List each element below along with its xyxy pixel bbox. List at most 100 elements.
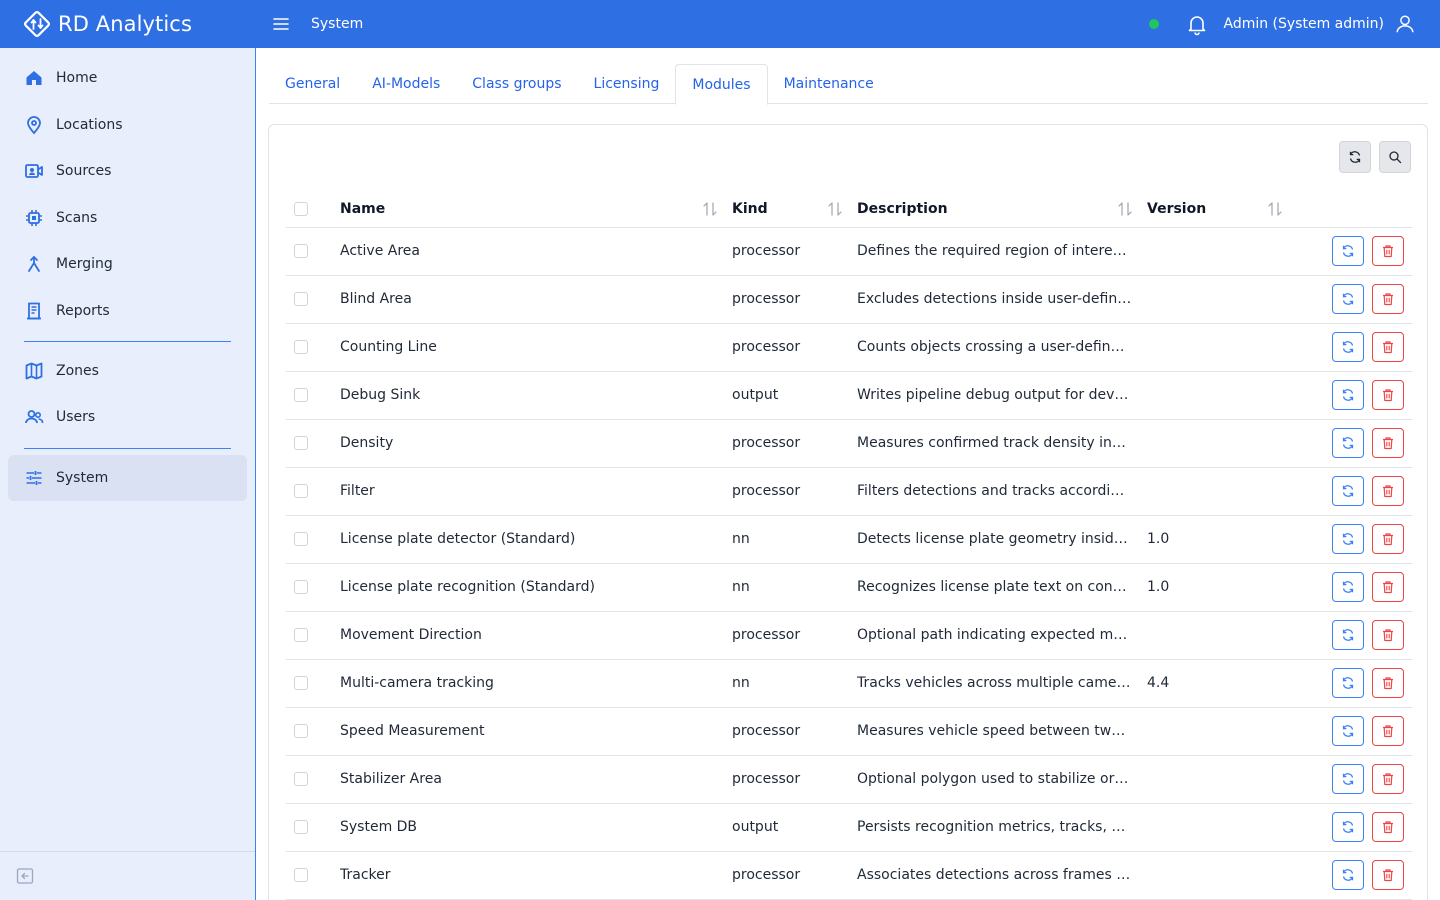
- hamburger-menu-button[interactable]: [271, 14, 291, 34]
- row-checkbox[interactable]: [294, 628, 308, 642]
- row-checkbox[interactable]: [294, 436, 308, 450]
- row-checkbox[interactable]: [294, 340, 308, 354]
- module-name: Speed Measurement: [340, 707, 732, 756]
- row-checkbox[interactable]: [294, 820, 308, 834]
- bell-icon[interactable]: [1185, 12, 1209, 36]
- tab-maintenance[interactable]: Maintenance: [768, 64, 890, 104]
- connection-status-indicator: [1149, 19, 1160, 29]
- collapse-sidebar-icon[interactable]: [16, 867, 34, 885]
- column-header-name[interactable]: Name: [340, 201, 385, 217]
- delete-module-button[interactable]: [1372, 380, 1404, 410]
- column-header-kind[interactable]: Kind: [732, 201, 768, 217]
- reload-module-button[interactable]: [1332, 860, 1364, 890]
- refresh-icon: [1342, 677, 1354, 689]
- row-checkbox[interactable]: [294, 388, 308, 402]
- refresh-icon: [1342, 245, 1354, 257]
- delete-module-button[interactable]: [1372, 476, 1404, 506]
- delete-module-button[interactable]: [1372, 812, 1404, 842]
- sidebar-item-users[interactable]: Users: [8, 394, 247, 440]
- row-checkbox[interactable]: [294, 292, 308, 306]
- row-checkbox[interactable]: [294, 532, 308, 546]
- hamburger-icon: [273, 18, 289, 30]
- row-checkbox[interactable]: [294, 580, 308, 594]
- reload-module-button[interactable]: [1332, 572, 1364, 602]
- user-icon[interactable]: [1394, 13, 1416, 35]
- sidebar-item-system[interactable]: System: [8, 455, 247, 501]
- module-kind: processor: [732, 467, 857, 516]
- delete-module-button[interactable]: [1372, 668, 1404, 698]
- reload-module-button[interactable]: [1332, 524, 1364, 554]
- brand[interactable]: RD Analytics: [0, 9, 256, 39]
- delete-module-button[interactable]: [1372, 524, 1404, 554]
- delete-module-button[interactable]: [1372, 764, 1404, 794]
- delete-module-button[interactable]: [1372, 332, 1404, 362]
- tab-class-groups[interactable]: Class groups: [456, 64, 577, 104]
- row-checkbox[interactable]: [294, 772, 308, 786]
- sort-icon[interactable]: [702, 200, 718, 218]
- module-description: Optional path indicating expected mov...: [857, 611, 1147, 660]
- delete-module-button[interactable]: [1372, 860, 1404, 890]
- row-checkbox[interactable]: [294, 244, 308, 258]
- table-row: Debug Sink output Writes pipeline debug …: [286, 371, 1412, 420]
- reload-module-button[interactable]: [1332, 236, 1364, 266]
- sidebar-item-scans[interactable]: Scans: [8, 195, 247, 241]
- module-name: System DB: [340, 803, 732, 852]
- module-kind: processor: [732, 323, 857, 372]
- delete-module-button[interactable]: [1372, 236, 1404, 266]
- refresh-icon: [1342, 629, 1354, 641]
- tab-modules[interactable]: Modules: [675, 64, 768, 105]
- sort-icon[interactable]: [827, 200, 843, 218]
- reload-module-button[interactable]: [1332, 428, 1364, 458]
- column-header-description[interactable]: Description: [857, 201, 948, 217]
- map-icon: [25, 362, 43, 380]
- module-name: Filter: [340, 467, 732, 516]
- delete-module-button[interactable]: [1372, 716, 1404, 746]
- module-description: Measures vehicle speed between two r...: [857, 707, 1147, 756]
- camera-icon: [25, 164, 43, 178]
- tab-licensing[interactable]: Licensing: [578, 64, 676, 104]
- table-row: Tracker processor Associates detections …: [286, 851, 1412, 900]
- row-checkbox[interactable]: [294, 484, 308, 498]
- tab-general[interactable]: General: [269, 64, 356, 104]
- column-header-version[interactable]: Version: [1147, 201, 1206, 217]
- delete-module-button[interactable]: [1372, 428, 1404, 458]
- reload-module-button[interactable]: [1332, 812, 1364, 842]
- select-all-checkbox[interactable]: [294, 201, 308, 216]
- row-checkbox[interactable]: [294, 868, 308, 882]
- trash-icon: [1383, 533, 1393, 546]
- user-name[interactable]: Admin (System admin): [1223, 16, 1384, 32]
- sidebar-item-home[interactable]: Home: [8, 55, 247, 101]
- reload-button[interactable]: [1339, 141, 1371, 173]
- reload-module-button[interactable]: [1332, 380, 1364, 410]
- module-description: Filters detections and tracks according …: [857, 467, 1147, 516]
- reload-module-button[interactable]: [1332, 284, 1364, 314]
- delete-module-button[interactable]: [1372, 284, 1404, 314]
- logo-icon: [24, 11, 50, 37]
- search-button[interactable]: [1379, 141, 1411, 173]
- reload-module-button[interactable]: [1332, 332, 1364, 362]
- tab-ai-models[interactable]: AI-Models: [356, 64, 456, 104]
- reload-module-button[interactable]: [1332, 668, 1364, 698]
- sidebar-item-locations[interactable]: Locations: [8, 102, 247, 148]
- row-checkbox[interactable]: [294, 724, 308, 738]
- sort-icon[interactable]: [1117, 200, 1133, 218]
- reload-module-button[interactable]: [1332, 620, 1364, 650]
- module-description: Measures confirmed track density insi...: [857, 419, 1147, 468]
- module-version: [1147, 323, 1297, 372]
- sidebar-item-sources[interactable]: Sources: [8, 148, 247, 194]
- reload-module-button[interactable]: [1332, 476, 1364, 506]
- brand-name: RD Analytics: [58, 12, 192, 36]
- reload-module-button[interactable]: [1332, 764, 1364, 794]
- refresh-icon: [1342, 533, 1354, 545]
- table-row: Active Area processor Defines the requir…: [286, 227, 1412, 276]
- delete-module-button[interactable]: [1372, 620, 1404, 650]
- reload-module-button[interactable]: [1332, 716, 1364, 746]
- sidebar-item-merging[interactable]: Merging: [8, 241, 247, 287]
- row-checkbox[interactable]: [294, 676, 308, 690]
- sidebar-item-zones[interactable]: Zones: [8, 348, 247, 394]
- module-version: [1147, 611, 1297, 660]
- sidebar-item-reports[interactable]: Reports: [8, 288, 247, 334]
- delete-module-button[interactable]: [1372, 572, 1404, 602]
- sidebar-item-label: Locations: [56, 117, 123, 133]
- sort-icon[interactable]: [1267, 200, 1283, 218]
